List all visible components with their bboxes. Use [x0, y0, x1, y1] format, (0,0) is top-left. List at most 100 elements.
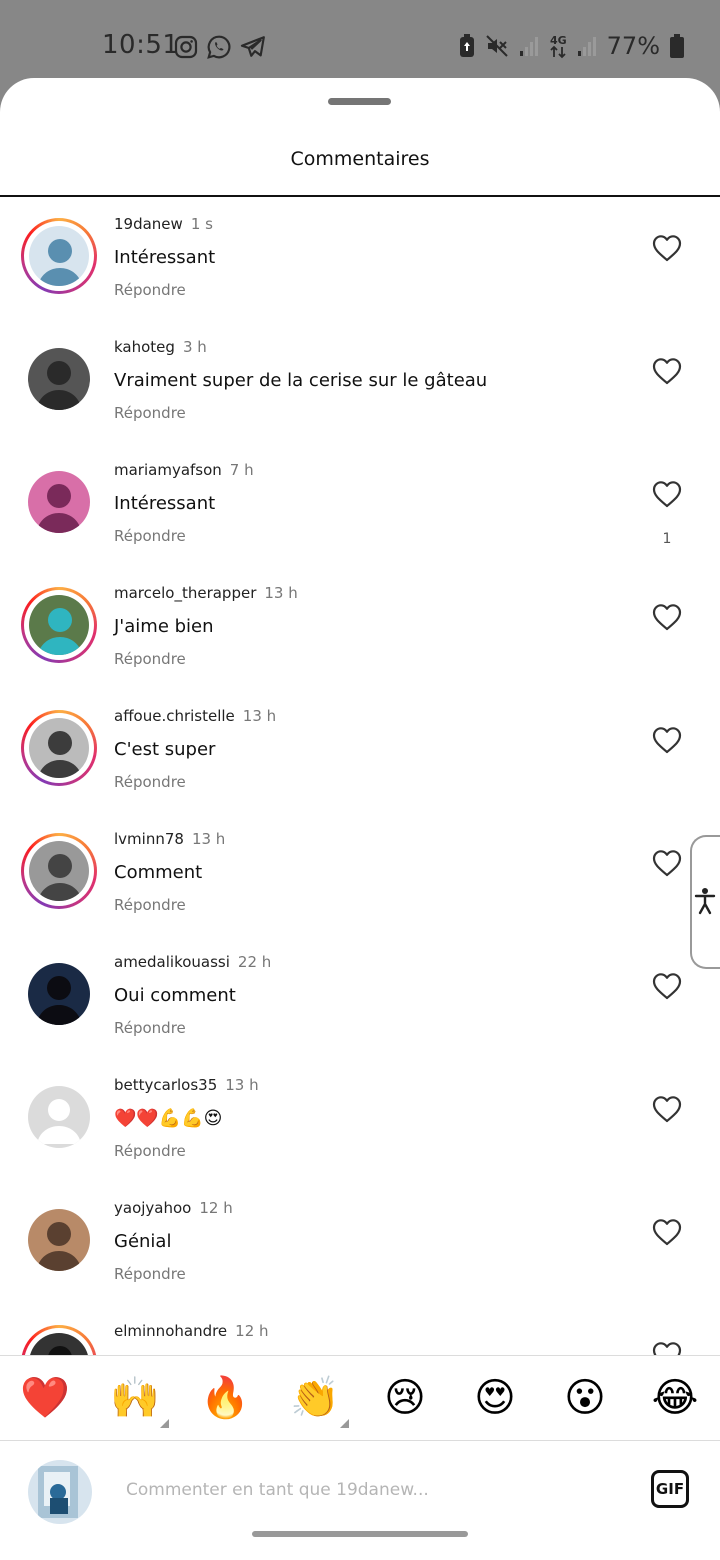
battery-icon [670, 34, 684, 58]
like-heart-icon[interactable] [652, 972, 682, 1000]
signal-icon [519, 35, 539, 57]
status-app-icons [174, 34, 266, 60]
avatar [29, 718, 89, 778]
comment-avatar[interactable] [21, 833, 97, 909]
gif-button[interactable]: GIF [651, 1470, 689, 1508]
comment-avatar[interactable] [21, 218, 97, 294]
comment-composer: GIF [0, 1441, 720, 1560]
self-avatar [28, 1460, 92, 1524]
accessibility-button[interactable] [690, 835, 720, 969]
comment-avatar[interactable] [21, 956, 97, 1032]
4g-icon: 4G [549, 33, 567, 59]
reply-button[interactable]: Répondre [114, 896, 186, 914]
reaction-emoji-button[interactable]: 😂 [649, 1372, 701, 1424]
skin-tone-indicator [160, 1419, 169, 1428]
comment-item: elminnohandre 12 h [0, 1304, 720, 1355]
reply-button[interactable]: Répondre [114, 773, 186, 791]
comment-item: lvminn78 13 h Comment Répondre [0, 812, 720, 935]
comment-username[interactable]: lvminn78 [114, 830, 184, 848]
avatar [29, 841, 89, 901]
home-indicator[interactable] [252, 1531, 468, 1537]
comment-avatar[interactable] [21, 1079, 97, 1155]
like-heart-icon[interactable] [652, 1341, 682, 1355]
reaction-emoji-button[interactable]: 👏 [289, 1372, 349, 1428]
comment-username[interactable]: amedalikouassi [114, 953, 230, 971]
like-count: 1 [662, 531, 672, 547]
like-heart-icon[interactable] [652, 849, 682, 877]
like-heart-icon[interactable] [652, 357, 682, 385]
like-heart-icon[interactable] [652, 603, 682, 631]
reply-button[interactable]: Répondre [114, 1265, 186, 1283]
comment-item: yaojyahoo 12 h Génial Répondre [0, 1181, 720, 1304]
comment-time: 13 h [191, 830, 226, 848]
comment-input[interactable] [112, 1469, 640, 1511]
comment-item: bettycarlos35 13 h ❤️❤️💪💪😍 Répondre [0, 1058, 720, 1181]
comment-meta: marcelo_therapper 13 h [114, 584, 298, 602]
reply-button[interactable]: Répondre [114, 650, 186, 668]
avatar [28, 471, 90, 533]
like-heart-icon[interactable] [652, 480, 682, 508]
status-time: 10:51 [102, 30, 180, 60]
reaction-emoji-button[interactable]: ❤️ [19, 1372, 71, 1424]
comment-username[interactable]: mariamyafson [114, 461, 222, 479]
skin-tone-indicator [340, 1419, 349, 1428]
reply-button[interactable]: Répondre [114, 1019, 186, 1037]
comment-text: Comment [114, 862, 203, 883]
like-heart-icon[interactable] [652, 1218, 682, 1246]
comment-time: 7 h [229, 461, 254, 479]
comment-text: J'aime bien [114, 616, 214, 637]
comment-time: 1 s [190, 215, 213, 233]
comment-username[interactable]: 19danew [114, 215, 183, 233]
like-heart-icon[interactable] [652, 234, 682, 262]
comment-item: 19danew 1 s Intéressant Répondre [0, 197, 720, 320]
comment-text: C'est super [114, 739, 216, 760]
status-system-icons: 4G 77% [459, 32, 684, 60]
comment-item: amedalikouassi 22 h Oui comment Répondre [0, 935, 720, 1058]
comment-username[interactable]: marcelo_therapper [114, 584, 256, 602]
comment-time: 12 h [199, 1199, 233, 1217]
comment-avatar[interactable] [21, 1325, 97, 1355]
reply-button[interactable]: Répondre [114, 281, 186, 299]
reaction-emoji-button[interactable]: 😮 [559, 1372, 611, 1424]
comment-meta: yaojyahoo 12 h [114, 1199, 233, 1217]
reply-button[interactable]: Répondre [114, 1142, 186, 1160]
mute-icon [485, 34, 509, 58]
comment-username[interactable]: elminnohandre [114, 1322, 227, 1340]
reaction-emoji-button[interactable]: 🔥 [199, 1372, 251, 1424]
reply-button[interactable]: Répondre [114, 527, 186, 545]
comment-text: Intéressant [114, 493, 216, 514]
comment-username[interactable]: bettycarlos35 [114, 1076, 217, 1094]
comment-avatar[interactable] [21, 1202, 97, 1278]
comment-username[interactable]: affoue.christelle [114, 707, 235, 725]
comment-meta: amedalikouassi 22 h [114, 953, 271, 971]
comment-avatar[interactable] [21, 341, 97, 417]
drag-handle[interactable] [328, 98, 391, 105]
comment-text: Oui comment [114, 985, 236, 1006]
comment-avatar[interactable] [21, 587, 97, 663]
avatar [29, 595, 89, 655]
avatar [28, 963, 90, 1025]
reaction-emoji-button[interactable]: 😍 [469, 1372, 521, 1424]
comment-meta: 19danew 1 s [114, 215, 213, 233]
reaction-emoji-button[interactable]: 🙌 [109, 1372, 169, 1428]
reply-button[interactable]: Répondre [114, 404, 186, 422]
accessibility-icon [693, 887, 717, 919]
comment-text: Génial [114, 1231, 172, 1252]
avatar [29, 226, 89, 286]
comment-avatar[interactable] [21, 710, 97, 786]
reaction-emoji-button[interactable]: 😢 [379, 1372, 431, 1424]
like-heart-icon[interactable] [652, 726, 682, 754]
comment-avatar[interactable] [21, 464, 97, 540]
comment-item: affoue.christelle 13 h C'est super Répondre [0, 689, 720, 812]
comment-list[interactable]: 19danew 1 s Intéressant Répondre kahoteg 3 h V… [0, 197, 720, 1355]
comment-username[interactable]: kahoteg [114, 338, 175, 356]
comment-username[interactable]: yaojyahoo [114, 1199, 191, 1217]
sheet-title: Commentaires [290, 148, 430, 170]
comment-time: 3 h [182, 338, 207, 356]
like-heart-icon[interactable] [652, 1095, 682, 1123]
comment-meta: bettycarlos35 13 h [114, 1076, 259, 1094]
comment-meta: kahoteg 3 h [114, 338, 207, 356]
comment-meta: mariamyafson 7 h [114, 461, 254, 479]
telegram-icon [240, 35, 266, 59]
comment-meta: affoue.christelle 13 h [114, 707, 276, 725]
